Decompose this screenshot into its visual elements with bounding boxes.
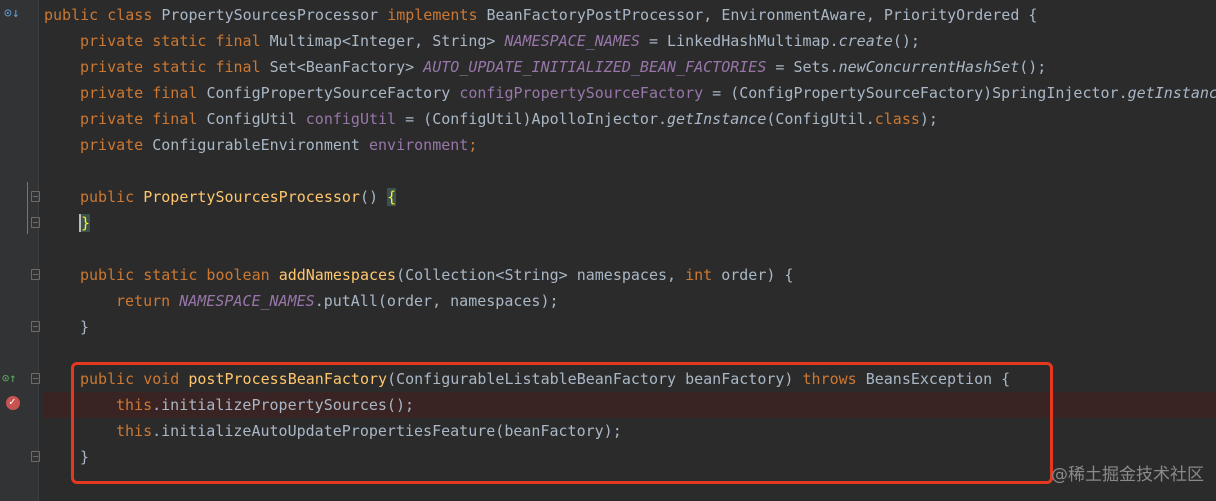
keyword: private static final bbox=[80, 32, 270, 50]
end: (); bbox=[1019, 58, 1047, 76]
code-line-return[interactable]: return NAMESPACE_NAMES.putAll(order, nam… bbox=[44, 288, 1216, 314]
type: ConfigPropertySourceFactory bbox=[206, 84, 460, 102]
expression: .putAll(order, namespaces); bbox=[314, 292, 559, 310]
static-field: NAMESPACE_NAMES bbox=[179, 292, 315, 310]
code-line-constructor-close[interactable]: } bbox=[44, 210, 1216, 236]
interfaces: BeanFactoryPostProcessor, EnvironmentAwa… bbox=[486, 6, 1038, 24]
keyword: public bbox=[80, 188, 144, 206]
brace: } bbox=[80, 318, 90, 336]
semicolon: ; bbox=[468, 136, 478, 154]
keyword: return bbox=[116, 292, 180, 310]
implemented-methods-icon[interactable]: ⊙↓ bbox=[4, 7, 20, 20]
code-line-environment[interactable]: private ConfigurableEnvironment environm… bbox=[44, 132, 1216, 158]
type: Set<BeanFactory> bbox=[269, 58, 424, 76]
keyword: implements bbox=[387, 6, 487, 24]
code-line-auto-update-set[interactable]: private static final Set<BeanFactory> AU… bbox=[44, 54, 1216, 80]
field: environment bbox=[369, 136, 469, 154]
keyword: private final bbox=[80, 84, 207, 102]
params: (Collection<String> namespaces, bbox=[396, 266, 686, 284]
annotation-highlight-box bbox=[71, 362, 1053, 484]
type: Multimap<Integer, String> bbox=[269, 32, 505, 50]
editor-gutter[interactable]: ⊙↓ ⊙↑ ✓ bbox=[0, 0, 40, 501]
code-line-close-brace[interactable]: } bbox=[44, 314, 1216, 340]
code-line-config-property-source-factory[interactable]: private final ConfigPropertySourceFactor… bbox=[44, 80, 1216, 106]
static-call: newConcurrentHashSet bbox=[838, 58, 1020, 76]
keyword: public class bbox=[44, 6, 162, 24]
keyword: private bbox=[80, 136, 153, 154]
assignment: = Sets. bbox=[766, 58, 839, 76]
watermark: @稀土掘金技术社区 bbox=[1051, 465, 1204, 485]
matched-brace: } bbox=[79, 214, 91, 232]
fold-marker[interactable] bbox=[31, 217, 40, 228]
matched-brace: { bbox=[387, 188, 397, 206]
static-call: getInstance bbox=[667, 110, 767, 128]
assignment: = (ConfigPropertySourceFactory)SpringInj… bbox=[703, 84, 1128, 102]
breakpoint-check-icon: ✓ bbox=[9, 395, 16, 408]
class-name: PropertySourcesProcessor bbox=[161, 6, 388, 24]
static-call: getInstance bbox=[1127, 84, 1216, 102]
end: ); bbox=[919, 110, 938, 128]
method-name: PropertySourcesProcessor bbox=[143, 188, 360, 206]
argument: (ConfigUtil. bbox=[766, 110, 875, 128]
code-line-namespace-names[interactable]: private static final Multimap<Integer, S… bbox=[44, 28, 1216, 54]
fold-marker[interactable] bbox=[31, 451, 40, 462]
params: order) { bbox=[721, 266, 794, 284]
type: ConfigurableEnvironment bbox=[152, 136, 369, 154]
code-line-class-declaration[interactable]: public class PropertySourcesProcessor im… bbox=[44, 2, 1216, 28]
code-line-blank[interactable] bbox=[44, 158, 1216, 184]
params: () bbox=[359, 188, 388, 206]
field: configPropertySourceFactory bbox=[459, 84, 704, 102]
static-field: AUTO_UPDATE_INITIALIZED_BEAN_FACTORIES bbox=[423, 58, 767, 76]
fold-marker[interactable] bbox=[31, 321, 40, 332]
fold-marker[interactable] bbox=[31, 373, 40, 384]
assignment: = LinkedHashMultimap. bbox=[639, 32, 839, 50]
code-line-blank[interactable] bbox=[44, 236, 1216, 262]
keyword: class bbox=[874, 110, 920, 128]
field: configUtil bbox=[305, 110, 397, 128]
method-scope-marker bbox=[27, 182, 28, 234]
code-line-config-util[interactable]: private final ConfigUtil configUtil = (C… bbox=[44, 106, 1216, 132]
fold-marker[interactable] bbox=[31, 191, 40, 202]
keyword: private static final bbox=[80, 58, 270, 76]
end: (); bbox=[892, 32, 920, 50]
assignment: = (ConfigUtil)ApolloInjector. bbox=[396, 110, 668, 128]
fold-marker[interactable] bbox=[31, 269, 40, 280]
method-name: addNamespaces bbox=[278, 266, 397, 284]
keyword: private final bbox=[80, 110, 207, 128]
code-line-constructor[interactable]: public PropertySourcesProcessor() { bbox=[44, 184, 1216, 210]
keyword: public static boolean bbox=[80, 266, 279, 284]
type: ConfigUtil bbox=[206, 110, 306, 128]
static-field: NAMESPACE_NAMES bbox=[504, 32, 640, 50]
overrides-method-icon[interactable]: ⊙↑ bbox=[2, 372, 16, 385]
keyword: int bbox=[685, 266, 722, 284]
static-call: create bbox=[838, 32, 893, 50]
code-line-add-namespaces[interactable]: public static boolean addNamespaces(Coll… bbox=[44, 262, 1216, 288]
